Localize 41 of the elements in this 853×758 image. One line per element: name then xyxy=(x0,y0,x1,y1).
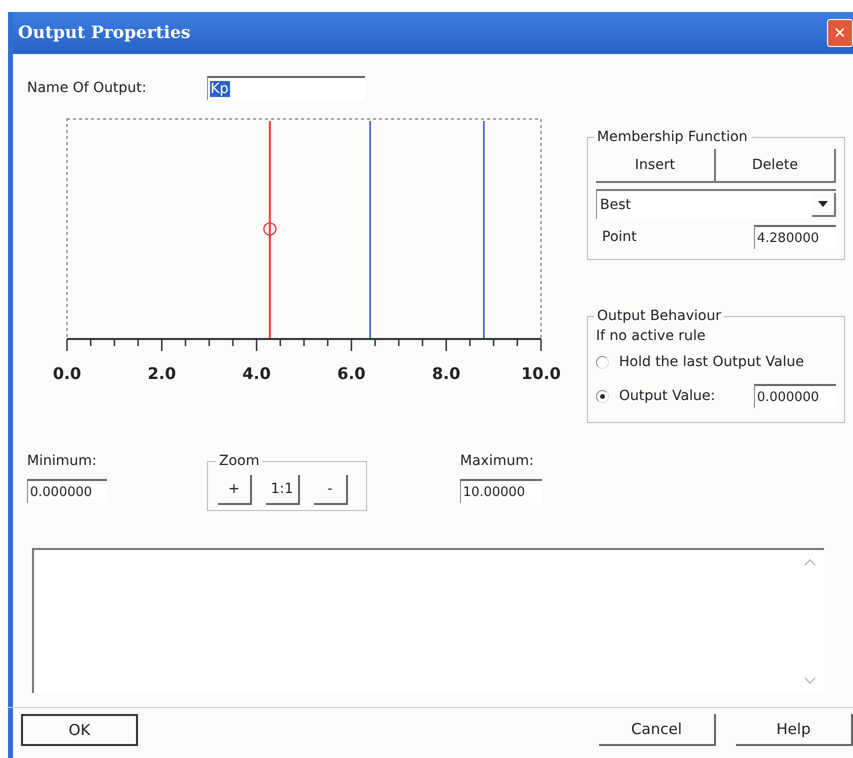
field-label: Name Of Output: xyxy=(27,80,146,96)
membership-line[interactable] xyxy=(483,121,485,339)
zoom-button[interactable]: 1:1 xyxy=(266,474,300,504)
axis-label: 10.0 xyxy=(521,364,561,383)
input-field[interactable]: 0.000000 xyxy=(27,479,107,503)
axis-label: 0.0 xyxy=(52,364,82,383)
window-title: Output Properties xyxy=(18,23,190,43)
dropdown[interactable]: Best xyxy=(596,189,836,219)
zoom-button[interactable]: + xyxy=(218,474,252,504)
selected-text: Kp xyxy=(210,81,230,97)
group-title: Membership Function xyxy=(596,129,749,145)
radio-label[interactable]: Output Value: xyxy=(619,388,716,404)
membership-line[interactable] xyxy=(369,121,371,339)
input-field[interactable]: 10.00000 xyxy=(460,479,542,503)
selected-membership-line[interactable] xyxy=(268,121,271,339)
point-handle[interactable] xyxy=(263,222,277,236)
radio-label[interactable]: Hold the last Output Value xyxy=(619,354,804,370)
close-button[interactable]: ✕ xyxy=(827,19,853,47)
axis-label: 2.0 xyxy=(148,364,176,383)
axis-label: 4.0 xyxy=(242,364,271,383)
input-field[interactable]: 4.280000 xyxy=(754,225,836,249)
cancel-button[interactable]: Cancel xyxy=(599,714,716,746)
input-field[interactable]: Kp xyxy=(206,76,364,100)
field-label: Minimum: xyxy=(27,453,98,469)
group-title: Zoom xyxy=(218,453,260,469)
help-button[interactable]: Help xyxy=(736,714,853,746)
field-label: Maximum: xyxy=(460,453,535,469)
group-title: Output Behaviour xyxy=(596,308,722,324)
radio-button[interactable] xyxy=(596,390,609,402)
axis-label: 6.0 xyxy=(337,364,366,383)
ok-button[interactable]: OK xyxy=(21,714,138,746)
dropdown-button[interactable] xyxy=(812,193,836,217)
axis-label: 8.0 xyxy=(432,364,460,383)
caption: If no active rule xyxy=(596,328,707,344)
field-label: Point xyxy=(602,229,637,245)
radio-button[interactable] xyxy=(596,356,609,368)
caret-icon xyxy=(818,201,828,207)
zoom-button[interactable]: - xyxy=(314,474,348,504)
action-button[interactable]: Delete xyxy=(716,149,836,183)
input-field[interactable]: 0.000000 xyxy=(754,384,836,408)
action-button[interactable]: Insert xyxy=(596,149,716,183)
